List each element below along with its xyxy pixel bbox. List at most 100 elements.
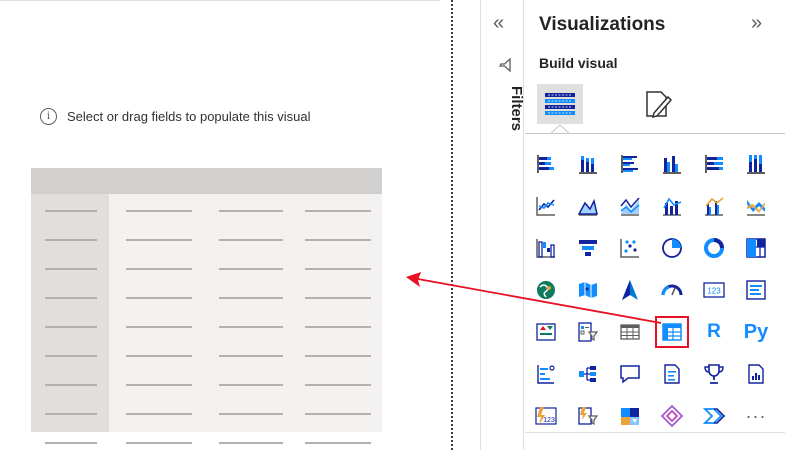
table-visual-placeholder[interactable]	[31, 168, 382, 444]
power-automate-button[interactable]	[573, 402, 603, 430]
table-cell-placeholder	[305, 355, 371, 357]
table-cell-placeholder	[45, 268, 97, 270]
kpi-icon	[536, 323, 556, 341]
table-column	[31, 194, 109, 432]
expand-pane-button[interactable]: »	[751, 12, 762, 35]
matrix-button[interactable]	[655, 316, 689, 348]
canvas-boundary	[451, 0, 453, 450]
area-chart-button[interactable]	[573, 192, 603, 220]
azure-map-icon	[622, 280, 638, 300]
table-cell-placeholder	[305, 326, 371, 328]
gauge-button[interactable]	[657, 276, 687, 304]
table-cell-placeholder	[305, 297, 371, 299]
qa-button[interactable]	[615, 360, 645, 388]
card-button[interactable]: 123	[699, 276, 729, 304]
table-cell-placeholder	[219, 384, 283, 386]
azure-map-button[interactable]	[615, 276, 645, 304]
canvas-divider	[0, 0, 440, 1]
qa-icon	[620, 365, 640, 384]
kpi-button[interactable]	[531, 318, 561, 346]
power-automate-flow-button[interactable]	[699, 402, 729, 430]
build-visual-tab[interactable]	[537, 84, 583, 124]
pie-chart-icon	[662, 238, 682, 258]
table-cell-placeholder	[126, 268, 192, 270]
visualizations-title: Visualizations	[539, 14, 666, 35]
table-cell-placeholder	[45, 326, 97, 328]
r-script-visual-button[interactable]: R	[699, 318, 729, 346]
slicer-icon	[578, 322, 599, 342]
table-cell-placeholder	[126, 413, 192, 415]
table-column	[208, 194, 293, 432]
card-icon: 123	[703, 282, 725, 298]
filled-map-button[interactable]	[573, 276, 603, 304]
100-stacked-column-chart-button[interactable]	[741, 150, 771, 178]
100-stacked-bar-chart-button[interactable]	[699, 150, 729, 178]
table-column	[295, 194, 382, 432]
funnel-button[interactable]	[573, 234, 603, 262]
stacked-area-chart-icon	[620, 197, 640, 216]
clustered-bar-chart-button[interactable]	[615, 150, 645, 178]
placeholder-text: Select or drag fields to populate this v…	[67, 109, 311, 124]
line-and-clustered-column-chart-icon	[705, 197, 724, 216]
100-stacked-column-chart-icon	[747, 155, 765, 174]
100-stacked-bar-chart-icon	[705, 155, 723, 173]
paginated-report-button[interactable]	[741, 360, 771, 388]
filters-pane[interactable]: « Filters	[480, 0, 525, 450]
line-chart-icon	[536, 197, 555, 216]
clustered-column-chart-button[interactable]	[657, 150, 687, 178]
table-cell-placeholder	[126, 210, 192, 212]
power-apps-button[interactable]: 123	[531, 402, 561, 430]
trophy-icon	[704, 364, 724, 384]
custom-visual-diamond-button[interactable]	[657, 402, 687, 430]
table-button[interactable]	[615, 318, 645, 346]
waterfall-chart-button[interactable]	[531, 234, 561, 262]
collapse-filters-button[interactable]: «	[493, 12, 504, 35]
format-visual-tab[interactable]	[633, 84, 679, 124]
table-cell-placeholder	[305, 384, 371, 386]
scatter-chart-button[interactable]	[615, 234, 645, 262]
table-cell-placeholder	[126, 326, 192, 328]
stacked-bar-chart-button[interactable]	[531, 150, 561, 178]
more-visuals-button[interactable]: ···	[741, 402, 771, 430]
line-and-clustered-column-chart-button[interactable]	[699, 192, 729, 220]
filters-label[interactable]: Filters	[481, 86, 525, 131]
table-cell-placeholder	[219, 268, 283, 270]
visualizations-pane: Visualizations » Build visual 123 R Py 123 ·…	[525, 0, 785, 450]
table-cell-placeholder	[305, 413, 371, 415]
stacked-area-chart-button[interactable]	[615, 192, 645, 220]
format-visual-icon	[646, 91, 673, 119]
smart-narrative-button[interactable]	[657, 360, 687, 388]
stacked-column-chart-button[interactable]	[573, 150, 603, 178]
clustered-bar-chart-icon	[621, 155, 638, 173]
chevrons-icon	[702, 408, 726, 424]
donut-chart-button[interactable]	[699, 234, 729, 262]
python-visual-button[interactable]: Py	[741, 318, 771, 346]
donut-chart-icon	[704, 238, 724, 258]
metrics-button[interactable]	[699, 360, 729, 388]
report-canvas[interactable]: i Select or drag fields to populate this…	[0, 0, 452, 450]
pie-chart-button[interactable]	[657, 234, 687, 262]
power-apps-icon: 123	[535, 407, 557, 425]
treemap-button[interactable]	[741, 234, 771, 262]
svg-text:123: 123	[543, 417, 555, 424]
azure-ml-button[interactable]	[615, 402, 645, 430]
gauge-icon	[661, 284, 683, 296]
line-and-stacked-column-chart-icon	[663, 197, 682, 216]
map-icon	[537, 281, 555, 299]
table-cell-placeholder	[219, 413, 283, 415]
decomposition-tree-button[interactable]	[573, 360, 603, 388]
placeholder-message: i Select or drag fields to populate this…	[40, 108, 311, 125]
table-cell-placeholder	[126, 239, 192, 241]
build-visual-label: Build visual	[539, 55, 618, 71]
ribbon-chart-button[interactable]	[741, 192, 771, 220]
line-and-stacked-column-chart-button[interactable]	[657, 192, 687, 220]
power-automate-icon	[578, 407, 599, 425]
filled-map-icon	[579, 282, 597, 298]
multi-row-card-button[interactable]	[741, 276, 771, 304]
map-button[interactable]	[531, 276, 561, 304]
table-cell-placeholder	[45, 355, 97, 357]
key-influencers-button[interactable]	[531, 360, 561, 388]
slicer-button[interactable]	[573, 318, 603, 346]
line-chart-button[interactable]	[531, 192, 561, 220]
table-cell-placeholder	[219, 326, 283, 328]
